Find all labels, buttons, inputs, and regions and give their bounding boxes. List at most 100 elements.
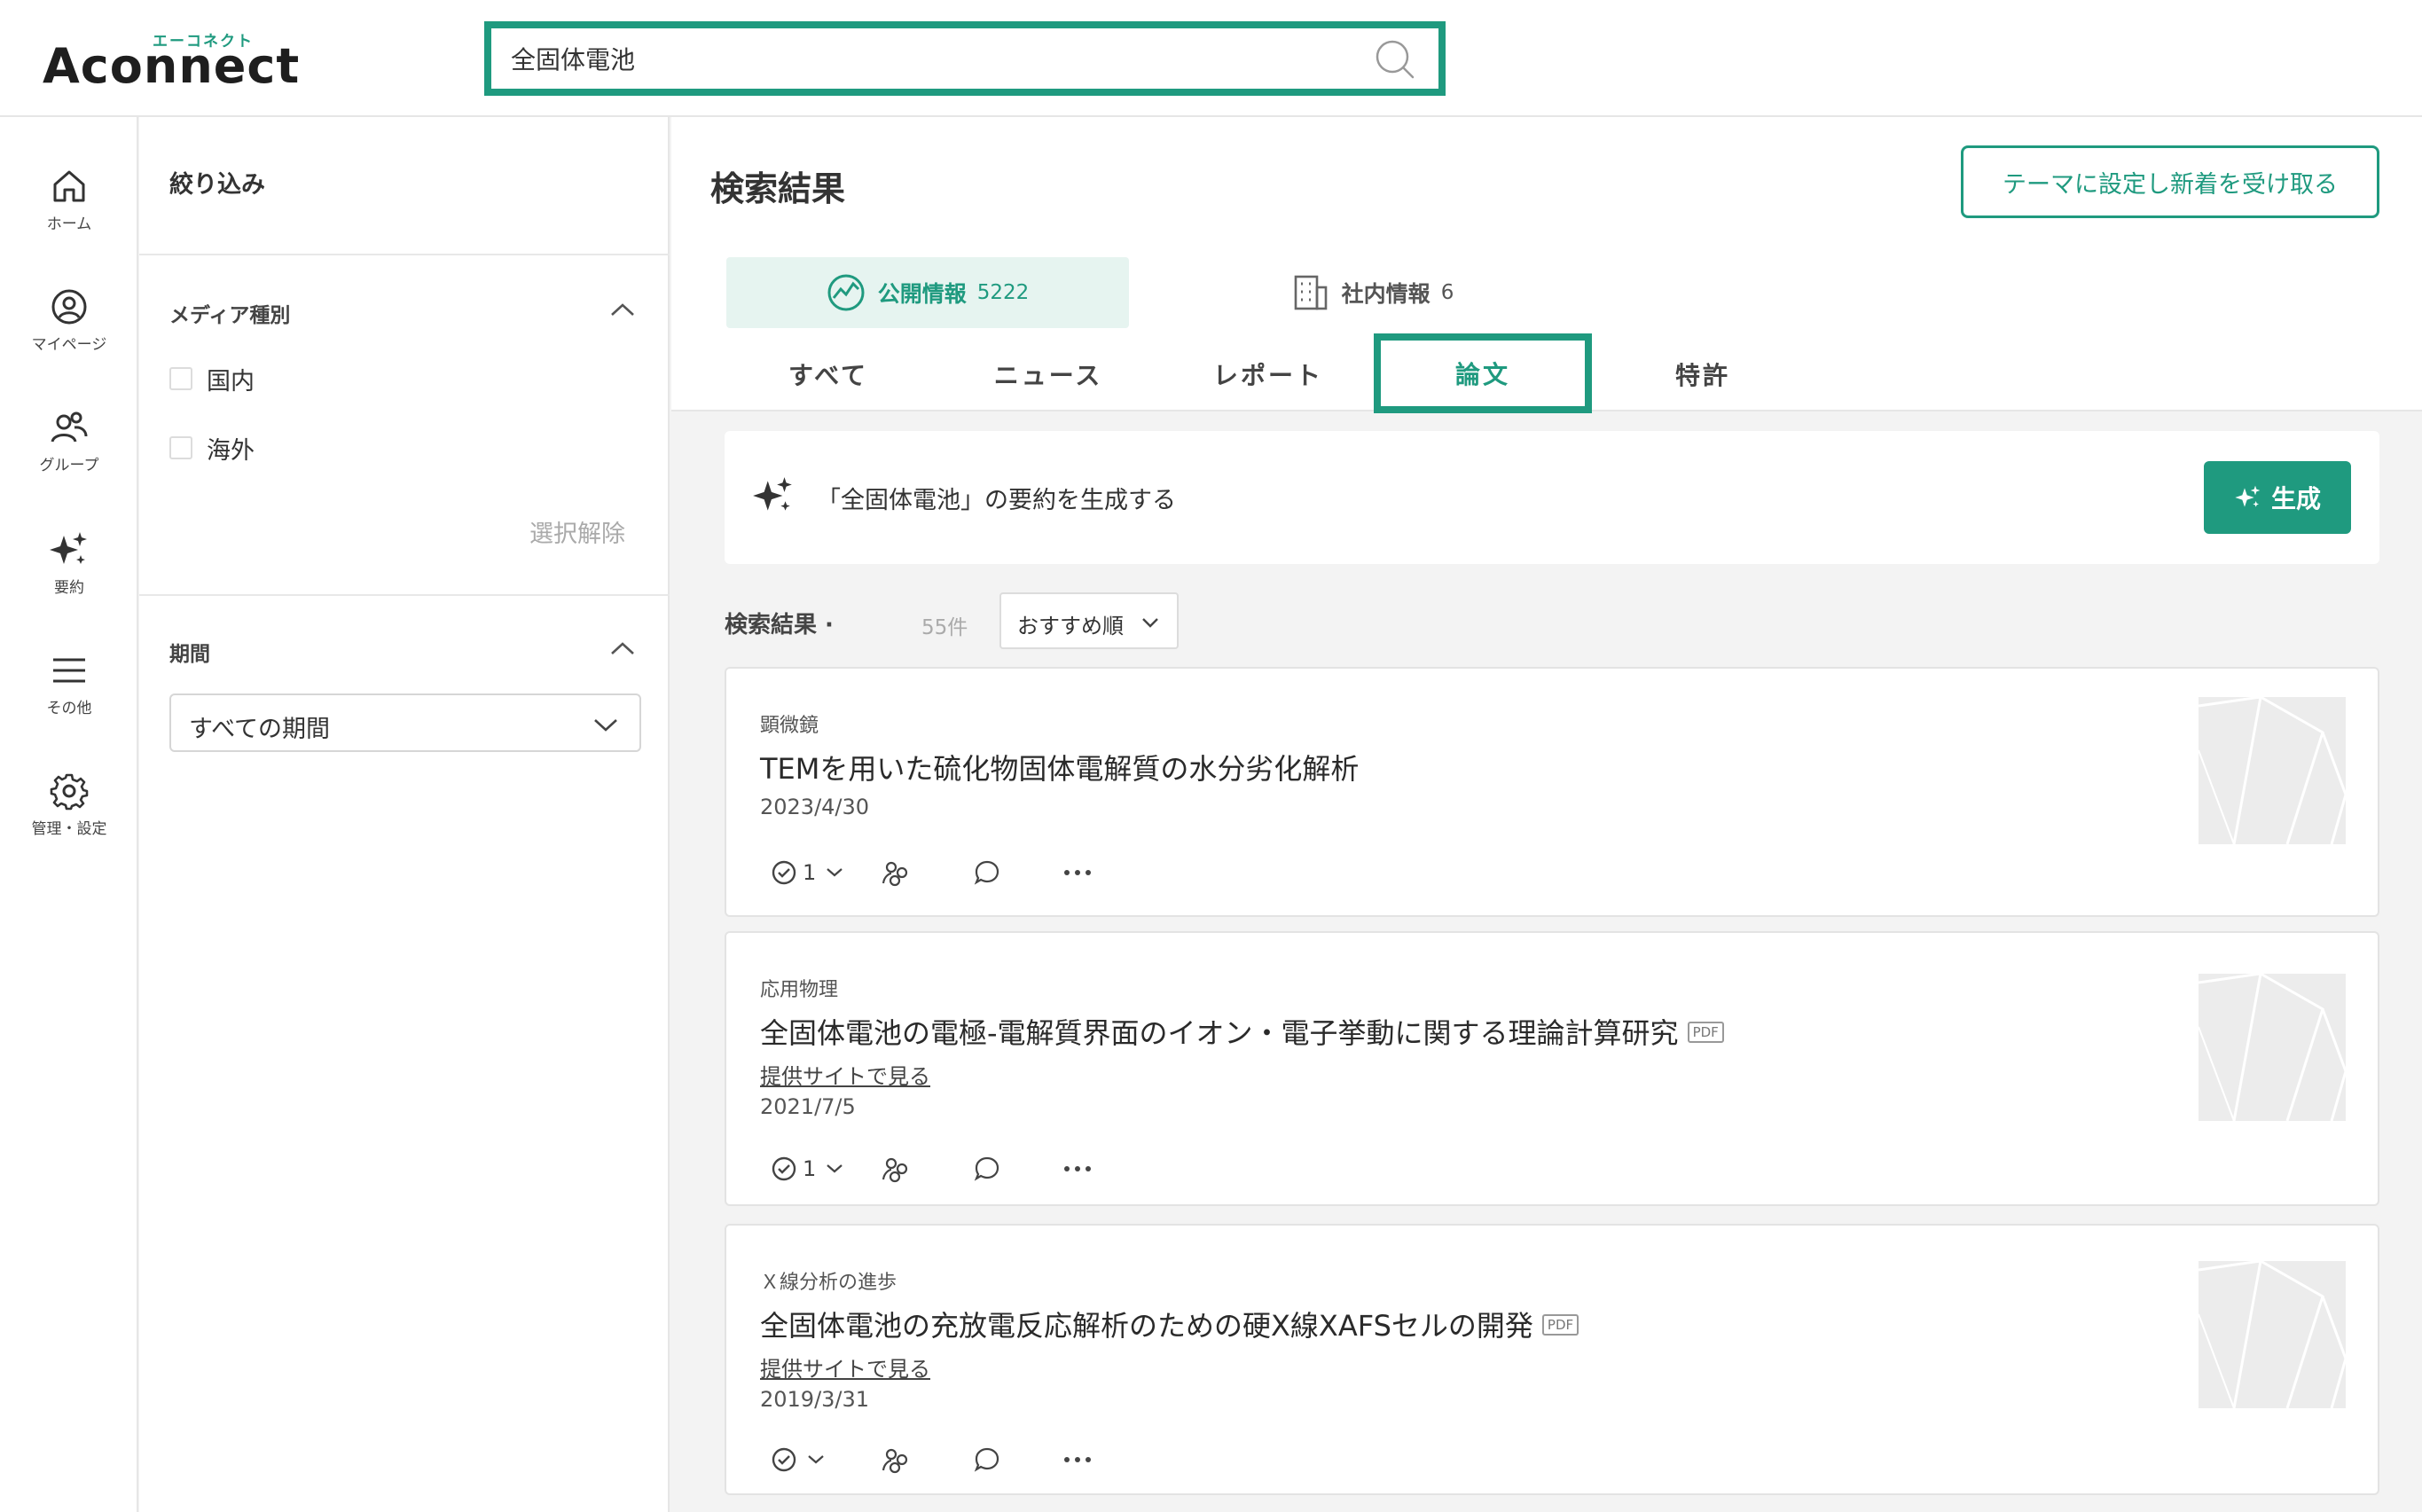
more-dots-icon (1064, 1166, 1091, 1171)
result-card[interactable]: 応用物理 全固体電池の電極-電解質界面のイオン・電子挙動に関する理論計算研究 PD… (725, 931, 2379, 1206)
tab-news[interactable]: ニュース (939, 344, 1157, 404)
result-title-text: 全固体電池の充放電反応解析のための硬X線XAFSセルの開発 (760, 1309, 1533, 1343)
share-people-icon (882, 1448, 908, 1474)
rail-item-mypage[interactable]: マイページ (0, 287, 138, 385)
result-card[interactable]: 顕微鏡 TEMを用いた硫化物固体電解質の水分劣化解析 2023/4/30 1 (725, 667, 2379, 917)
rail-label-group: グループ (39, 457, 99, 474)
share-action[interactable] (881, 1442, 911, 1477)
sparkle-icon (2235, 485, 2261, 507)
summary-card: 「全固体電池」の要約を生成する 生成 (725, 431, 2379, 564)
chevron-down-icon (827, 1164, 843, 1173)
period-collapse-chevron-up-icon[interactable] (609, 640, 636, 656)
period-select[interactable]: すべての期間 (169, 693, 641, 752)
result-card[interactable]: Ｘ線分析の進歩 全固体電池の充放電反応解析のための硬X線XAFSセルの開発 PDF… (725, 1224, 2379, 1495)
tab-public-info-label: 公開情報 (877, 281, 967, 307)
generate-button[interactable]: 生成 (2204, 461, 2351, 534)
check-action[interactable]: 1 (771, 855, 843, 890)
comment-action[interactable] (973, 1151, 1001, 1187)
page-title: 検索結果 (710, 169, 846, 208)
chevron-down-icon (594, 719, 617, 732)
result-date: 2019/3/31 (760, 1387, 870, 1412)
checkbox[interactable] (169, 436, 192, 459)
provider-site-link[interactable]: 提供サイトで見る (760, 1351, 930, 1383)
home-icon (53, 170, 85, 202)
rail-label-mypage: マイページ (31, 336, 107, 354)
thumbnail-placeholder-image (2199, 974, 2346, 1121)
comment-icon (974, 1156, 999, 1181)
share-people-icon (882, 1157, 908, 1183)
more-action[interactable] (1063, 1442, 1092, 1477)
result-title[interactable]: 全固体電池の電極-電解質界面のイオン・電子挙動に関する理論計算研究 PDF (760, 1011, 1724, 1052)
comment-action[interactable] (973, 855, 1001, 890)
generate-button-label: 生成 (2270, 484, 2321, 513)
provider-site-link[interactable]: 提供サイトで見る (760, 1059, 930, 1090)
check-action[interactable]: 1 (771, 1151, 843, 1187)
rail-label-settings: 管理・設定 (31, 820, 107, 838)
thumbnail-placeholder-image (2199, 697, 2346, 844)
media-option-domestic[interactable]: 国内 (169, 364, 255, 396)
clear-selection-link[interactable]: 選択解除 (529, 514, 625, 549)
app-header: エーコネクト Aconnect (0, 0, 2422, 117)
rail-item-other[interactable]: その他 (0, 651, 138, 748)
share-action[interactable] (881, 1151, 911, 1187)
tab-all[interactable]: すべて (719, 344, 937, 404)
aconnect-logo[interactable]: エーコネクト Aconnect (43, 25, 299, 96)
share-people-icon (882, 861, 908, 887)
check-circle-icon (772, 860, 796, 885)
rail-item-settings[interactable]: 管理・設定 (0, 772, 138, 869)
more-action[interactable] (1063, 855, 1092, 890)
media-option-label: 海外 (207, 436, 255, 465)
result-category: Ｘ線分析の進歩 (760, 1272, 897, 1294)
left-rail: ホーム マイページ グループ 要約 その他 管理・設定 (0, 117, 138, 1512)
result-date: 2021/7/5 (760, 1094, 856, 1119)
rail-item-home[interactable]: ホーム (0, 167, 138, 264)
tab-report[interactable]: レポート (1159, 344, 1377, 404)
sparkle-icon (50, 532, 87, 564)
building-icon (1294, 275, 1327, 310)
chevron-down-icon (808, 1455, 824, 1464)
chevron-down-icon (1142, 618, 1158, 628)
results-count: 55件 (921, 616, 968, 639)
results-label: 検索結果 · (725, 612, 834, 638)
tab-patent[interactable]: 特許 (1594, 344, 1812, 404)
check-circle-icon (772, 1156, 796, 1181)
rail-label-home: ホーム (46, 215, 92, 233)
group-icon (51, 411, 88, 443)
check-action[interactable] (771, 1442, 824, 1477)
media-option-label: 国内 (207, 367, 255, 396)
result-title-text: TEMを用いた硫化物固体電解質の水分劣化解析 (760, 752, 1360, 786)
comment-action[interactable] (973, 1442, 1001, 1477)
check-count: 1 (803, 860, 817, 885)
sparkle-icon (753, 477, 792, 511)
logo-text: Aconnect (43, 38, 301, 94)
tab-public-info[interactable]: 公開情報 5222 (726, 257, 1129, 328)
period-select-value: すべての期間 (189, 716, 331, 743)
media-option-overseas[interactable]: 海外 (169, 433, 255, 465)
tab-public-info-count: 5222 (976, 281, 1030, 304)
tab-internal-info-count: 6 (1440, 281, 1454, 304)
search-input[interactable] (511, 37, 1362, 80)
main-top-area: 検索結果 テーマに設定し新着を受け取る 公開情報 5222 社内情報 6 すべて… (671, 117, 2422, 413)
chevron-down-icon (827, 868, 843, 877)
tab-internal-info-label: 社内情報 (1341, 281, 1430, 307)
rail-item-group[interactable]: グループ (0, 408, 138, 505)
search-icon[interactable] (1375, 39, 1415, 80)
more-action[interactable] (1063, 1151, 1092, 1187)
menu-icon (53, 658, 85, 683)
tab-internal-info[interactable]: 社内情報 6 (1230, 257, 1514, 328)
share-action[interactable] (881, 855, 911, 890)
sort-select[interactable]: おすすめ順 (999, 592, 1179, 649)
media-collapse-chevron-up-icon[interactable] (609, 302, 636, 317)
globe-chart-icon (827, 274, 865, 311)
filter-panel: 絞り込み メディア種別 国内 海外 選択解除 期間 すべての期間 (139, 117, 670, 1512)
result-actions: 1 (771, 855, 1125, 890)
tab-paper[interactable]: 論文 (1374, 333, 1592, 413)
checkbox[interactable] (169, 367, 192, 390)
result-title[interactable]: TEMを用いた硫化物固体電解質の水分劣化解析 (760, 747, 1359, 787)
set-theme-button[interactable]: テーマに設定し新着を受け取る (1961, 145, 2379, 218)
rail-item-summary[interactable]: 要約 (0, 530, 138, 628)
sort-select-value: おすすめ順 (1017, 614, 1124, 638)
main-content: 検索結果 テーマに設定し新着を受け取る 公開情報 5222 社内情報 6 すべて… (671, 117, 2422, 1512)
check-count: 1 (803, 1156, 817, 1181)
result-title[interactable]: 全固体電池の充放電反応解析のための硬X線XAFSセルの開発 PDF (760, 1304, 1579, 1344)
